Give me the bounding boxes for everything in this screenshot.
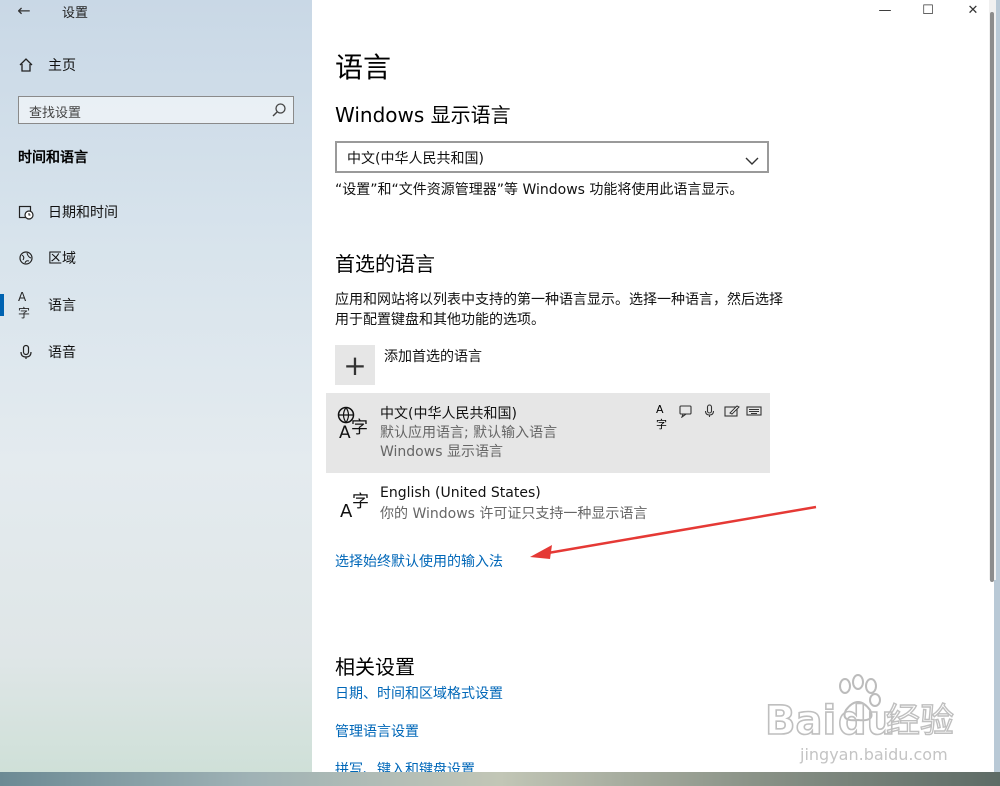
related-link-date-time-format[interactable]: 日期、时间和区域格式设置: [335, 683, 503, 703]
handwriting-icon: [724, 403, 740, 417]
watermark-url: jingyan.baidu.com: [799, 745, 948, 764]
sidebar-item-speech[interactable]: 语音: [0, 334, 312, 370]
default-input-method-link[interactable]: 选择始终默认使用的输入法: [335, 551, 503, 571]
svg-text:字: 字: [352, 492, 369, 512]
search-placeholder: 查找设置: [29, 106, 82, 121]
preferred-languages-heading: 首选的语言: [335, 252, 435, 276]
related-link-manage-language[interactable]: 管理语言设置: [335, 721, 419, 741]
desktop-background-strip: [0, 772, 1000, 786]
section-title: 时间和语言: [18, 150, 88, 166]
sidebar-item-label: 语音: [48, 345, 76, 361]
sidebar-item-home[interactable]: 主页: [0, 47, 312, 83]
add-language-button[interactable]: +: [335, 345, 375, 385]
language-detail: Windows 显示语言: [380, 444, 503, 460]
sidebar-item-label: 日期和时间: [48, 205, 118, 221]
page-title: 语言: [335, 51, 392, 84]
back-arrow-icon[interactable]: ←: [10, 0, 38, 20]
plus-icon: +: [343, 348, 367, 382]
globe-icon: [18, 250, 34, 266]
chevron-down-icon: [745, 151, 759, 165]
sidebar: ← 设置 主页 查找设置 时间和语言 日期和时间 区域 A字 语言 语音: [0, 0, 312, 772]
dropdown-value: 中文(中华人民共和国): [347, 151, 484, 167]
language-detail: 默认应用语言; 默认输入语言: [380, 425, 558, 441]
display-language-note: “设置”和“文件资源管理器”等 Windows 功能将使用此语言显示。: [335, 182, 744, 198]
display-language-icon: A字: [656, 403, 667, 431]
keyboard-icon: [746, 403, 762, 417]
language-pack-icon: A 字: [336, 405, 372, 443]
sidebar-item-label: 区域: [48, 251, 76, 267]
language-pack-icon: A 字: [338, 483, 374, 522]
watermark-cn: 经验: [886, 701, 954, 741]
language-name: 中文(中华人民共和国): [380, 406, 517, 422]
preferred-description-line2: 用于配置键盘和其他功能的选项。: [335, 312, 545, 328]
annotation-arrow: [530, 505, 817, 559]
watermark-brand: Bai: [765, 698, 836, 744]
svg-text:字: 字: [351, 418, 368, 438]
baidu-watermark: Bai du 经验 jingyan.baidu.com: [760, 672, 955, 767]
display-language-dropdown[interactable]: 中文(中华人民共和国): [335, 141, 769, 173]
svg-text:A: A: [339, 423, 351, 441]
sidebar-item-region[interactable]: 区域: [0, 240, 312, 276]
home-icon: [18, 57, 34, 73]
sidebar-item-date-time[interactable]: 日期和时间: [0, 194, 312, 230]
maximize-button[interactable]: ☐: [905, 0, 951, 20]
sidebar-item-label: 语言: [48, 298, 76, 314]
window-title: 设置: [62, 6, 89, 21]
search-input[interactable]: 查找设置: [18, 96, 294, 124]
microphone-icon: [702, 403, 718, 417]
search-icon[interactable]: [271, 102, 287, 118]
display-language-heading: Windows 显示语言: [335, 103, 511, 127]
microphone-icon: [18, 344, 34, 360]
clock-icon: [18, 204, 34, 220]
scrollbar-thumb[interactable]: [990, 12, 994, 582]
related-settings-heading: 相关设置: [335, 655, 415, 679]
sidebar-item-label: 主页: [48, 58, 76, 74]
add-language-label[interactable]: 添加首选的语言: [384, 346, 482, 366]
language-list-item[interactable]: A 字 中文(中华人民共和国) 默认应用语言; 默认输入语言 Windows 显…: [326, 393, 770, 473]
preferred-description-line1: 应用和网站将以列表中支持的第一种语言显示。选择一种语言，然后选择: [335, 292, 783, 308]
sidebar-item-language[interactable]: A字 语言: [0, 287, 312, 323]
minimize-button[interactable]: —: [862, 0, 908, 20]
text-to-speech-icon: [678, 403, 694, 419]
language-icon: A字: [18, 289, 31, 320]
language-name: English (United States): [380, 485, 541, 501]
